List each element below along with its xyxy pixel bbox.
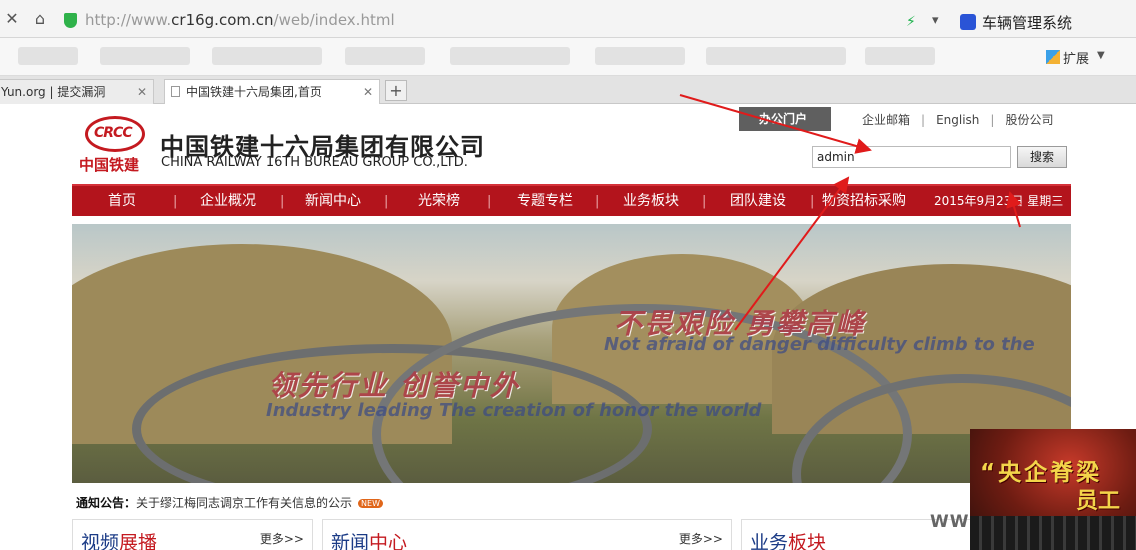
more-link[interactable]: 更多>> (679, 530, 723, 547)
nav-honor[interactable]: 光荣榜 (418, 186, 460, 216)
more-link[interactable]: 更多>> (260, 530, 304, 547)
nav-overview[interactable]: 企业概况 (200, 186, 256, 216)
document-icon (171, 86, 180, 97)
section-video: 视频展播 更多>> (72, 519, 313, 550)
chevron-down-icon[interactable]: ▼ (1097, 50, 1105, 61)
link-english[interactable]: English (936, 113, 979, 127)
slogan-en-1: Not afraid of danger difficulty climb to… (604, 334, 1035, 355)
floating-ad[interactable]: “央企脊梁 员工 (970, 429, 1136, 550)
search-engine-icon[interactable] (960, 14, 976, 30)
nav-news[interactable]: 新闻中心 (305, 186, 361, 216)
nav-home[interactable]: 首页 (108, 186, 136, 216)
notice-link[interactable]: 关于缪江梅同志调京工作有关信息的公示 (136, 496, 352, 510)
notice-label: 通知公告： (76, 496, 137, 510)
extensions-label[interactable]: 扩展 (1063, 48, 1089, 67)
link-share-company[interactable]: 股份公司 (1005, 113, 1053, 127)
lightning-icon[interactable]: ⚡ (906, 14, 916, 30)
link-mail[interactable]: 企业邮箱 (862, 113, 910, 127)
nav-business[interactable]: 业务板块 (623, 186, 679, 216)
slogan-en-2: Industry leading The creation of honor t… (266, 400, 762, 421)
section-title: 业务板块 (750, 532, 827, 550)
ad-headline: “央企脊梁 (980, 460, 1103, 486)
tab-yun[interactable]: Yun.org | 提交漏洞 ✕ (0, 79, 154, 104)
office-portal-tab[interactable]: 办公门户 (739, 107, 831, 131)
tab-strip: Yun.org | 提交漏洞 ✕ 中国铁建十六局集团,首页 ✕ (0, 76, 1136, 104)
slogan-cn-2: 领先行业 创誉中外 (268, 369, 520, 402)
search-button[interactable]: 搜索 (1017, 146, 1067, 168)
current-date: 2015年9月23日 星期三 (934, 194, 1064, 208)
new-badge: NEW (358, 499, 383, 508)
company-name-en: CHINA RAILWAY 16TH BUREAU GROUP CO.,LTD. (161, 155, 468, 170)
bookmark-item[interactable] (865, 47, 935, 65)
extensions-icon[interactable] (1046, 50, 1060, 64)
nav-team[interactable]: 团队建设 (730, 186, 786, 216)
bookmark-item[interactable] (345, 47, 425, 65)
security-shield-icon[interactable] (64, 13, 77, 28)
home-icon[interactable]: ⌂ (30, 9, 50, 29)
bookmark-item[interactable] (212, 47, 322, 65)
address-bar: ✕ ⌂ http://www.cr16g.com.cn/web/index.ht… (0, 0, 1136, 38)
nav-topics[interactable]: 专题专栏 (517, 186, 573, 216)
ad-subline: 员工 (1076, 489, 1121, 514)
banner-image[interactable]: 不畏艰险 勇攀高峰 Not afraid of danger difficult… (72, 224, 1071, 483)
search-input[interactable]: admin (812, 146, 1011, 168)
section-title: 视频展播 (81, 532, 158, 550)
new-tab-button[interactable]: + (385, 80, 407, 101)
section-news: 新闻中心 更多>> (322, 519, 732, 550)
close-icon[interactable]: ✕ (363, 80, 373, 104)
nav-procurement[interactable]: 物资招标采购 (822, 186, 906, 216)
bookmark-item[interactable] (18, 47, 78, 65)
section-title: 新闻中心 (331, 532, 408, 550)
close-icon[interactable]: ✕ (2, 9, 22, 29)
main-nav: 首页 | 企业概况 | 新闻中心 | 光荣榜 | 专题专栏 | 业务板块 | 团… (72, 184, 1071, 216)
top-links: 企业邮箱 | English | 股份公司 (862, 113, 1054, 127)
tab-cr16g[interactable]: 中国铁建十六局集团,首页 ✕ (164, 79, 380, 104)
close-icon[interactable]: ✕ (137, 80, 147, 104)
notice-bar: 通知公告：关于缪江梅同志调京工作有关信息的公示 NEW (76, 494, 383, 511)
chevron-down-icon[interactable]: ▾ (932, 13, 939, 28)
bookmark-item[interactable] (100, 47, 190, 65)
bookmark-item[interactable] (595, 47, 685, 65)
browser-search-box[interactable]: 车辆管理系统 (982, 12, 1072, 33)
crcc-logo[interactable]: CRCC (85, 116, 145, 152)
bookmarks-bar (0, 38, 1136, 76)
bookmark-item[interactable] (706, 47, 846, 65)
ad-crowd-image (970, 516, 1136, 550)
logo-subtitle: 中国铁建 (79, 156, 140, 174)
bookmark-item[interactable] (450, 47, 570, 65)
url-field[interactable]: http://www.cr16g.com.cn/web/index.html (85, 9, 985, 31)
